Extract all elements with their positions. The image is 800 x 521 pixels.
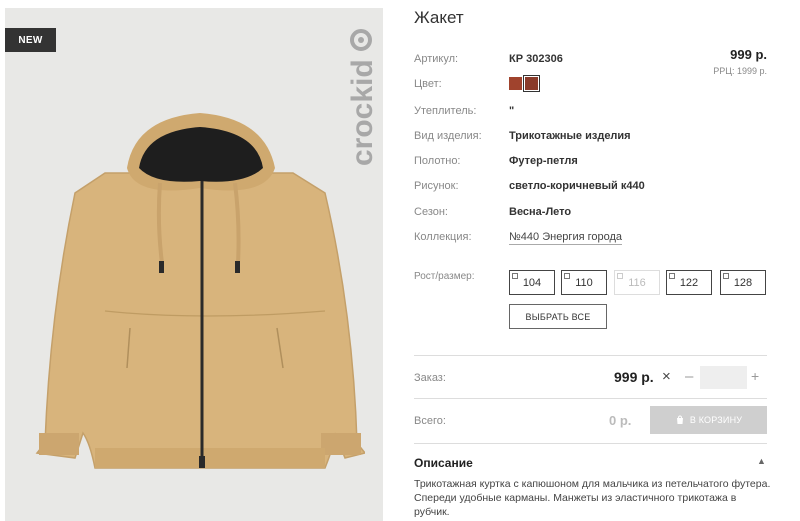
increase-qty-button[interactable]: + (751, 368, 759, 384)
pattern-label: Рисунок: (414, 180, 459, 192)
divider (414, 398, 767, 399)
type-label: Вид изделия: (414, 130, 482, 142)
product-image[interactable]: NEW crockid (5, 8, 383, 521)
size-checkbox-icon (564, 273, 570, 279)
color-label: Цвет: (414, 78, 442, 90)
recommended-price: РРЦ: 1999 р. (713, 66, 767, 76)
order-label: Заказ: (414, 372, 446, 384)
size-value: 128 (733, 276, 753, 289)
size-value: 110 (575, 276, 593, 289)
size-value: 104 (522, 276, 542, 289)
multiply-icon: × (662, 368, 671, 385)
fabric-label: Полотно: (414, 155, 461, 167)
pattern-value: светло-коричневый к440 (509, 180, 645, 192)
type-value: Трикотажные изделия (509, 130, 631, 142)
jacket-illustration (35, 113, 365, 469)
size-checkbox-icon (669, 273, 675, 279)
chevron-up-icon[interactable]: ▲ (757, 456, 766, 466)
detail-color: Цвет: (414, 75, 614, 92)
divider (414, 355, 767, 356)
article-label: Артикул: (414, 53, 459, 65)
quantity-input[interactable] (700, 366, 747, 389)
size-checkbox-icon (723, 273, 729, 279)
fabric-value: Футер-петля (509, 155, 578, 167)
season-value: Весна-Лето (509, 206, 572, 218)
product-title: Жакет (414, 8, 464, 27)
article-value: КР 302306 (509, 53, 563, 65)
product-price: 999 р. (730, 47, 767, 62)
order-price: 999 р. (614, 369, 654, 385)
total-value: 0 р. (609, 413, 632, 428)
add-to-cart-button[interactable]: В КОРЗИНУ (650, 406, 767, 434)
cart-icon (676, 415, 683, 424)
decrease-qty-button[interactable]: – (685, 368, 693, 385)
size-option-128[interactable]: 128 (720, 270, 766, 295)
size-checkbox-icon (512, 273, 518, 279)
season-label: Сезон: (414, 206, 448, 218)
size-checkbox-icon (617, 273, 623, 279)
collection-link[interactable]: №440 Энергия города (509, 231, 623, 245)
size-option-110[interactable]: 110 (561, 270, 607, 295)
select-all-button[interactable]: ВЫБРАТЬ ВСЕ (509, 304, 607, 329)
size-value: 116 (628, 276, 646, 289)
total-label: Всего: (414, 415, 446, 427)
size-option-104[interactable]: 104 (509, 270, 555, 295)
description-title[interactable]: Описание (414, 456, 473, 470)
insulation-value: " (509, 105, 515, 117)
size-value: 122 (679, 276, 699, 289)
size-option-122[interactable]: 122 (666, 270, 712, 295)
add-to-cart-label: В КОРЗИНУ (689, 415, 743, 425)
description-text: Трикотажная куртка с капюшоном для мальч… (414, 478, 771, 518)
insulation-label: Утеплитель: (414, 105, 477, 117)
size-option-116: 116 (614, 270, 660, 295)
divider (414, 443, 767, 444)
new-badge: NEW (5, 28, 56, 52)
size-label: Рост/размер: (414, 271, 475, 282)
color-swatch-1[interactable] (509, 77, 522, 90)
collection-label: Коллекция: (414, 231, 472, 243)
color-swatch-2-selected[interactable] (523, 75, 540, 92)
